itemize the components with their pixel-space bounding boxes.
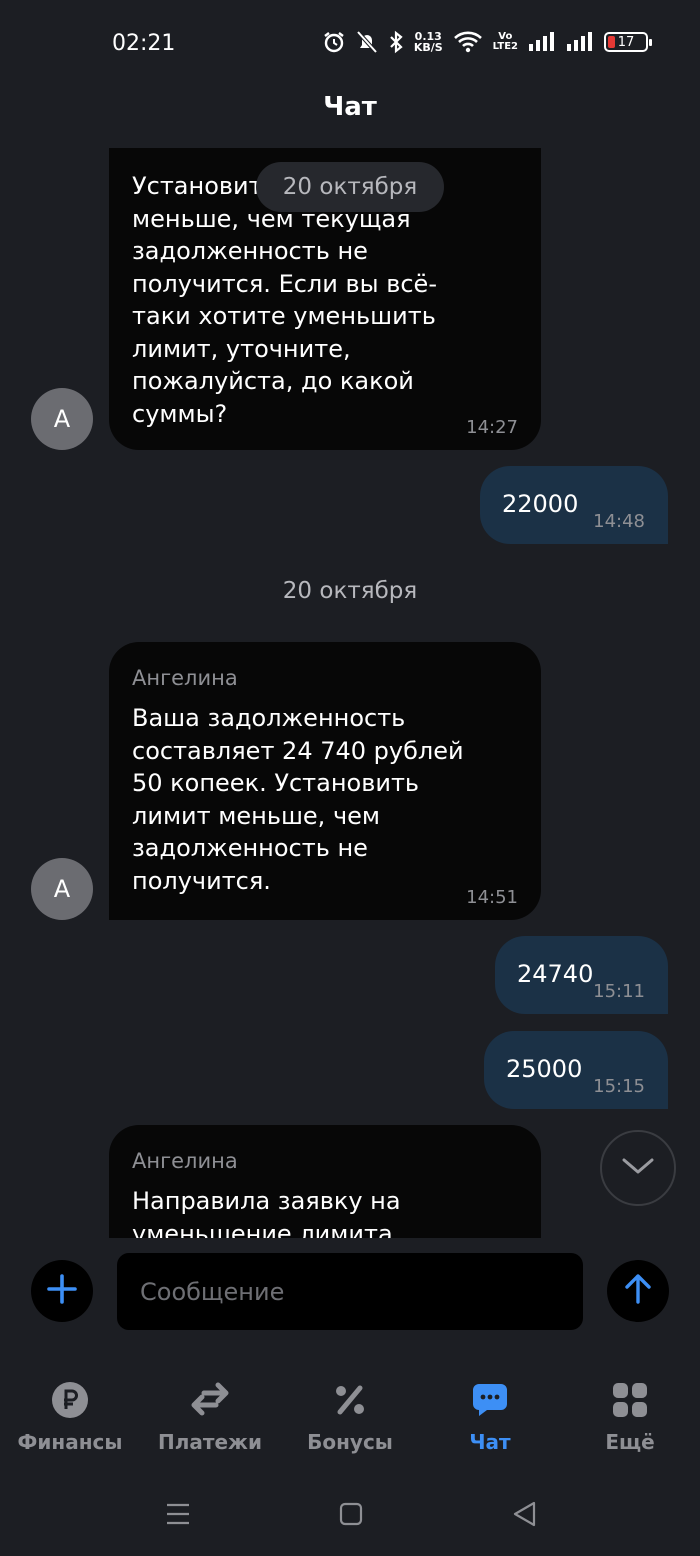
signal-icon (528, 32, 556, 52)
message-bubble-outgoing[interactable]: 22000 14:48 (480, 466, 668, 544)
message-time: 15:15 (593, 1076, 645, 1097)
percent-icon (330, 1380, 370, 1420)
plus-icon (46, 1273, 78, 1309)
tab-label: Ещё (605, 1430, 655, 1454)
tab-chat[interactable]: Чат (420, 1370, 560, 1470)
tab-label: Чат (469, 1430, 511, 1454)
bluetooth-icon (388, 30, 404, 54)
wifi-icon (453, 30, 483, 54)
message-bubble-incoming[interactable]: Ангелина Ваша задолженность составляет 2… (109, 642, 541, 920)
net-speed-unit: KB/S (413, 41, 443, 54)
volte-bottom: LTE2 (492, 41, 518, 52)
recent-apps-button[interactable] (158, 1494, 198, 1534)
message-line: получится. Если вы всё- (132, 269, 437, 298)
message-bubble-outgoing[interactable]: 25000 15:15 (484, 1031, 668, 1109)
avatar-initial: A (53, 405, 71, 433)
message-sender: Ангелина (132, 666, 238, 690)
alarm-icon (322, 30, 346, 54)
grid-icon (610, 1380, 650, 1420)
tab-label: Финансы (17, 1430, 123, 1454)
message-composer (0, 1240, 700, 1340)
back-button[interactable] (504, 1494, 544, 1534)
avatar: A (31, 388, 93, 450)
status-bar: 02:21 0.13 KB/S Vo LTE2 17 (0, 0, 700, 88)
chat-messages[interactable]: Установит меньше, чем текущая задолженно… (0, 148, 700, 1238)
message-time: 14:51 (466, 887, 518, 908)
arrow-up-icon (624, 1273, 652, 1309)
message-line: лимит меньше, чем (132, 801, 380, 830)
home-button[interactable] (331, 1494, 371, 1534)
message-line: таки хотите уменьшить (132, 302, 436, 330)
net-speed: 0.13 KB/S (414, 31, 443, 53)
date-separator: 20 октября (282, 578, 418, 604)
tab-payments[interactable]: Платежи (140, 1370, 280, 1470)
message-time: 14:27 (466, 417, 518, 438)
tab-label: Бонусы (307, 1430, 393, 1454)
message-line: задолженность не (132, 237, 368, 265)
message-bubble-incoming[interactable]: Ангелина Направила заявку на уменьшение … (109, 1125, 541, 1238)
send-button[interactable] (607, 1260, 669, 1322)
message-text: 22000 (502, 490, 579, 518)
chat-icon (470, 1380, 510, 1420)
message-text: 24740 (517, 960, 594, 988)
status-time: 02:21 (112, 31, 176, 56)
transfer-icon (190, 1380, 230, 1420)
attach-button[interactable] (31, 1260, 93, 1322)
battery-level: 17 (617, 34, 635, 50)
message-sender: Ангелина (132, 1149, 238, 1173)
battery-icon: 17 (604, 32, 652, 52)
message-line: уменьшение лимита (132, 1219, 393, 1239)
avatar: A (31, 858, 93, 920)
status-icons: 0.13 KB/S Vo LTE2 17 (322, 30, 652, 54)
ruble-icon (50, 1380, 90, 1420)
message-bubble-outgoing[interactable]: 24740 15:11 (495, 936, 668, 1014)
tab-finances[interactable]: Финансы (0, 1370, 140, 1470)
message-line: составляет 24 740 рублей (132, 736, 464, 765)
message-time: 15:11 (593, 981, 645, 1002)
page-title: Чат (323, 92, 377, 122)
signal-icon (566, 32, 594, 52)
tab-label: Платежи (158, 1430, 262, 1454)
tab-bonuses[interactable]: Бонусы (280, 1370, 420, 1470)
message-line: Ваша задолженность (132, 704, 406, 732)
sticky-date-badge: 20 октября (256, 162, 444, 212)
message-line: задолженность не (132, 834, 368, 862)
bottom-tab-bar: Финансы Платежи Бонусы Чат Ещё (0, 1370, 700, 1470)
avatar-initial: A (53, 875, 71, 903)
message-line: пожалуйста, до какой (132, 367, 414, 395)
message-text: 25000 (506, 1055, 583, 1083)
chevron-down-icon (621, 1156, 655, 1180)
mute-icon (356, 30, 378, 54)
message-line: Направила заявку на (132, 1187, 401, 1215)
message-line: лимит, уточните, (132, 334, 351, 363)
tab-more[interactable]: Ещё (560, 1370, 700, 1470)
message-line: 50 копеек. Установить (132, 769, 420, 797)
scroll-to-bottom-button[interactable] (600, 1130, 676, 1206)
message-time: 14:48 (593, 511, 645, 532)
volte-indicator: Vo LTE2 (493, 32, 518, 52)
message-input[interactable] (117, 1253, 583, 1330)
system-navigation-bar (0, 1480, 700, 1556)
